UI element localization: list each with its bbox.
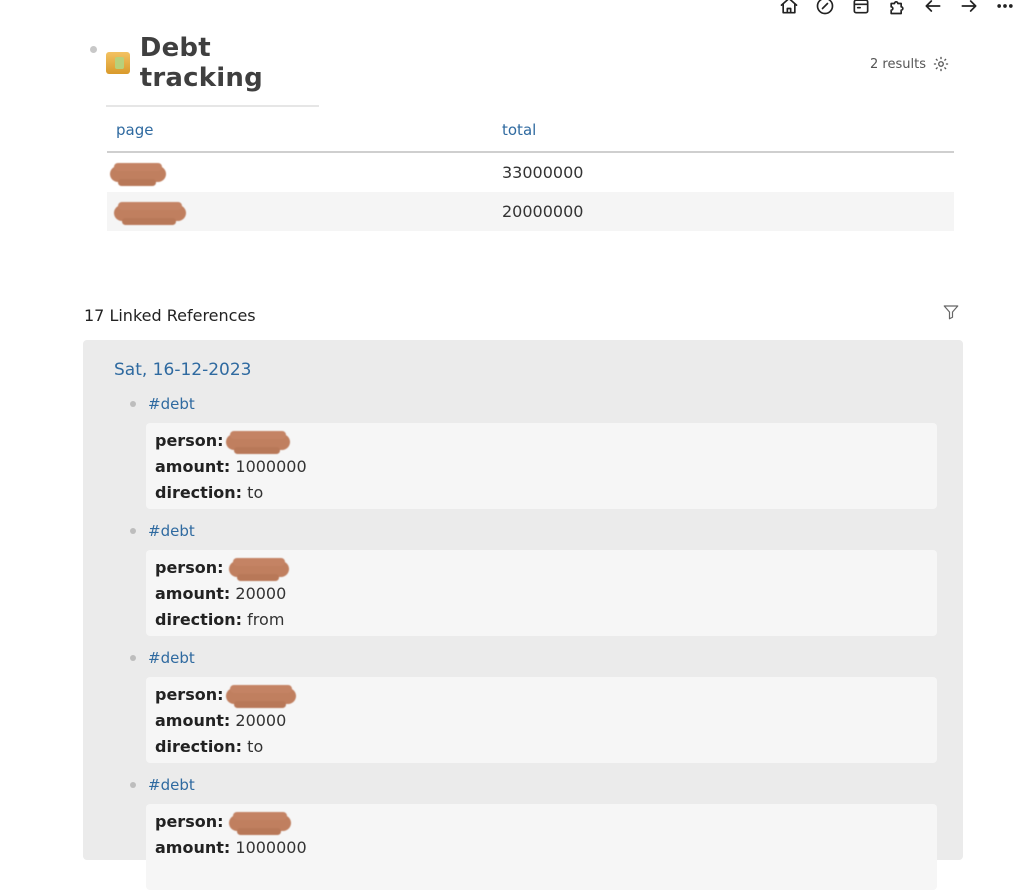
property-key: direction: [155,737,243,756]
redacted-value [225,684,296,708]
arrow-right-icon[interactable] [958,0,980,17]
property-key: amount: [155,711,231,730]
redacted-value [225,430,290,454]
property-key: person: [155,685,224,704]
properties-card[interactable]: person: amount: 20000 direction: to [146,677,937,763]
tag-link[interactable]: #debt [148,522,195,540]
table-row: 33000000 [107,152,954,192]
edit-icon[interactable] [814,0,836,17]
property-key: person: [155,558,224,577]
properties-card[interactable]: person: amount: 1000000 [146,804,937,890]
more-icon[interactable] [994,0,1016,17]
direction-property: direction: to [155,737,263,756]
query-results: 2 results [870,55,950,73]
redacted-value [228,557,289,581]
amount-property: amount: 1000000 [155,838,307,857]
query-title-text: Debt tracking [139,33,263,93]
property-key: amount: [155,457,231,476]
page-cell[interactable] [107,152,493,192]
tag-link[interactable]: #debt [148,776,195,794]
property-key: person: [155,812,224,831]
block-bullet[interactable] [90,46,97,53]
total-cell: 20000000 [493,192,954,231]
properties-card[interactable]: person: amount: 20000 direction: from [146,550,937,636]
block-bullet[interactable] [130,528,136,534]
property-key: direction: [155,610,243,629]
person-property: person: [155,811,291,835]
amount-property: amount: 20000 [155,711,286,730]
property-key: direction: [155,483,243,502]
redacted-page-link[interactable] [110,162,166,186]
property-value: 1000000 [235,457,307,476]
filter-icon[interactable] [942,303,960,321]
query-title: Debt tracking [106,33,319,107]
property-key: amount: [155,838,231,857]
amount-property: amount: 1000000 [155,457,307,476]
property-key: amount: [155,584,231,603]
page-cell[interactable] [107,192,493,231]
arrow-left-icon[interactable] [922,0,944,17]
home-icon[interactable] [778,0,800,17]
property-value: 1000000 [235,838,307,857]
column-header-total[interactable]: total [493,112,954,153]
property-value: from [247,610,285,629]
puzzle-icon[interactable] [886,0,908,17]
gear-icon[interactable] [932,55,950,73]
person-property: person: [155,557,289,581]
table-row: 20000000 [107,192,954,231]
block-bullet[interactable] [130,655,136,661]
redacted-value [228,811,291,835]
tag-link[interactable]: #debt [148,395,195,413]
property-value: 20000 [235,584,287,603]
column-header-page[interactable]: page [107,112,493,153]
properties-card[interactable]: person: amount: 1000000 direction: to [146,423,937,509]
journal-date-link[interactable]: Sat, 16-12-2023 [114,360,251,380]
property-value: to [247,737,264,756]
direction-property: direction: to [155,483,263,502]
top-toolbar [778,0,1016,18]
linked-references-header[interactable]: 17 Linked References [84,306,256,325]
tag-link[interactable]: #debt [148,649,195,667]
person-property: person: [155,430,290,454]
block-bullet[interactable] [130,782,136,788]
direction-property: direction: from [155,610,284,629]
block-bullet[interactable] [130,401,136,407]
amount-property: amount: 20000 [155,584,286,603]
property-value: 20000 [235,711,287,730]
redacted-page-link[interactable] [114,201,186,225]
total-cell: 33000000 [502,163,584,182]
results-count: 2 results [870,56,926,72]
money-icon [106,52,130,74]
property-key: person: [155,431,224,450]
query-table: page total 33000000 20000000 [107,112,954,231]
person-property: person: [155,684,296,708]
property-value: to [247,483,264,502]
calendar-icon[interactable] [850,0,872,17]
linked-references-panel: Sat, 16-12-2023 #debt person: amount: 10… [83,340,963,890]
